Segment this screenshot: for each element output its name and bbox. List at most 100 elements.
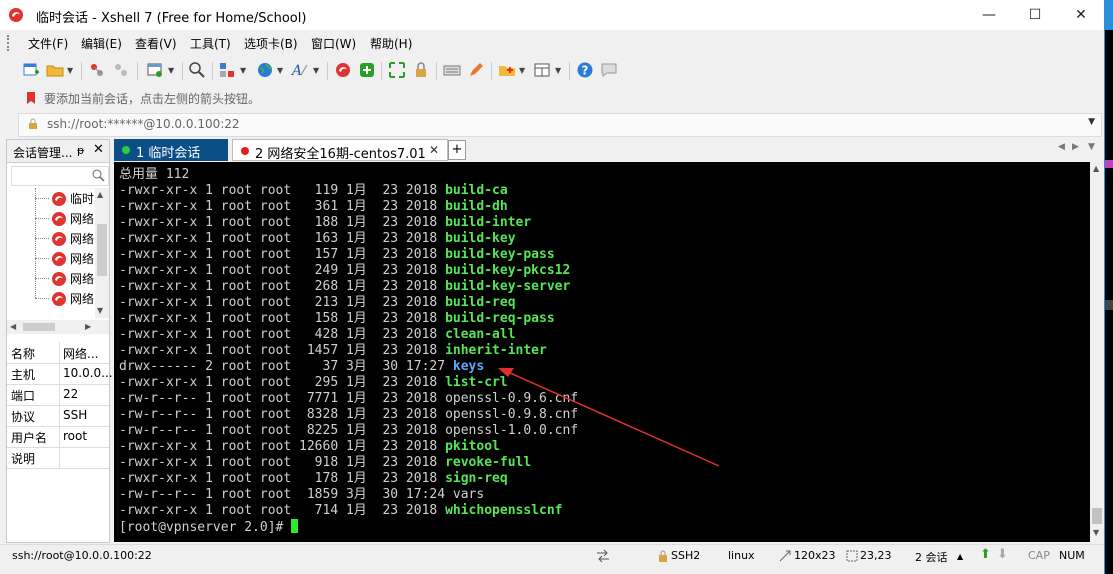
tree-item[interactable]: 网络 — [7, 268, 103, 288]
session-search-input[interactable] — [11, 166, 109, 186]
close-button[interactable]: ✕ — [1058, 0, 1104, 30]
tree-item[interactable]: 网络 — [7, 228, 103, 248]
globe-dropdown-icon[interactable]: ▼ — [277, 66, 283, 75]
add-tab-button[interactable]: + — [448, 140, 466, 160]
tab-menu-icon[interactable]: ▼ — [1088, 142, 1095, 152]
hint-text: 要添加当前会话，点击左侧的箭头按钮。 — [44, 92, 261, 106]
terminal-line: -rw-r--r-- 1 root root 8225 1月 23 2018 o… — [119, 423, 579, 438]
add-tab-icon[interactable] — [498, 61, 516, 79]
tab-close-icon[interactable]: ✕ — [429, 143, 439, 157]
help-icon[interactable]: ? — [576, 61, 594, 79]
menu-view[interactable]: 查看(V) — [135, 35, 177, 52]
cursor-pos-icon — [846, 550, 858, 562]
panel-close-icon[interactable]: ✕ — [93, 142, 104, 157]
tree-scroll-thumb[interactable] — [97, 224, 107, 276]
prop-row: 协议 SSH — [7, 405, 109, 427]
tab-next-icon[interactable]: ▶ — [1072, 142, 1079, 152]
menu-bar: 文件(F) 编辑(E) 查看(V) 工具(T) 选项卡(B) 窗口(W) 帮助(… — [0, 32, 1104, 54]
open-dropdown-icon[interactable]: ▼ — [67, 66, 73, 75]
tree-hscroll-thumb[interactable] — [23, 323, 55, 331]
tree-item[interactable]: 网络 — [7, 208, 103, 228]
terminal-line: -rw-r--r-- 1 root root 7771 1月 23 2018 o… — [119, 391, 579, 406]
layout-icon[interactable] — [218, 61, 236, 79]
tab-status-icon — [241, 147, 249, 155]
address-lock-icon — [29, 118, 37, 129]
panes-icon[interactable] — [533, 61, 551, 79]
menu-tab[interactable]: 选项卡(B) — [244, 35, 298, 52]
scroll-left-icon[interactable]: ◀ — [10, 322, 16, 331]
terminal-scrollbar[interactable]: ▲ ▼ — [1090, 162, 1104, 542]
terminal-output[interactable]: 总用量 112 -rwxr-xr-x 1 root root 119 1月 23… — [119, 167, 578, 536]
scroll-right-icon[interactable]: ▶ — [85, 322, 91, 331]
lock-icon[interactable] — [412, 61, 430, 79]
find-icon[interactable] — [188, 61, 206, 79]
svg-text:A: A — [291, 63, 302, 79]
globe-icon[interactable] — [256, 61, 274, 79]
terminal-view[interactable]: 总用量 112 -rwxr-xr-x 1 root root 119 1月 23… — [114, 162, 1090, 542]
new-window-dropdown-icon[interactable]: ▼ — [168, 66, 174, 75]
tree-item[interactable]: 临时 — [7, 188, 103, 208]
status-caps: CAP — [1028, 549, 1050, 562]
scroll-down-icon[interactable]: ▼ — [1093, 528, 1099, 537]
terminal-line: -rwxr-xr-x 1 root root 361 1月 23 2018 bu… — [119, 199, 508, 214]
menu-grip — [7, 35, 15, 51]
tree-hscrollbar[interactable]: ◀ ▶ — [7, 320, 109, 334]
menu-edit[interactable]: 编辑(E) — [81, 35, 122, 52]
terminal-line: -rw-r--r-- 1 root root 1859 3月 30 17:24 … — [119, 487, 485, 502]
panes-dropdown-icon[interactable]: ▼ — [555, 66, 561, 75]
menu-file[interactable]: 文件(F) — [28, 35, 68, 52]
menu-window[interactable]: 窗口(W) — [311, 35, 356, 52]
new-window-icon[interactable] — [146, 61, 164, 79]
terminal-cursor — [291, 519, 299, 533]
tab-prev-icon[interactable]: ◀ — [1058, 142, 1065, 152]
file-name: vars — [452, 487, 485, 502]
sessions-dropdown-icon[interactable]: ▲ — [957, 552, 963, 561]
layout-dropdown-icon[interactable]: ▼ — [240, 66, 246, 75]
tab-centos-session[interactable]: 2 网络安全16期-centos7.01 ✕ — [232, 139, 448, 162]
scroll-down-icon[interactable]: ▼ — [97, 306, 103, 315]
address-bar[interactable]: ssh://root:******@10.0.0.100:22 ▼ — [18, 113, 1102, 137]
upload-arrow-icon[interactable]: ⬆ — [980, 547, 991, 562]
transfer-icon[interactable] — [596, 549, 610, 563]
xshell-icon[interactable] — [334, 61, 352, 79]
tree-item[interactable]: 网络 — [7, 288, 103, 308]
font-icon[interactable]: A — [291, 61, 309, 79]
keyboard-icon[interactable] — [443, 61, 461, 79]
fullscreen-icon[interactable] — [388, 61, 406, 79]
terminal-scroll-thumb[interactable] — [1092, 508, 1102, 524]
file-name: keys — [452, 359, 485, 374]
pin-icon[interactable]: ᵽ — [77, 144, 84, 157]
download-arrow-icon[interactable]: ⬇ — [997, 547, 1008, 562]
tree-item[interactable]: 网络 — [7, 248, 103, 268]
scroll-up-icon[interactable]: ▲ — [97, 190, 103, 199]
terminal-line: -rwxr-xr-x 1 root root 163 1月 23 2018 bu… — [119, 231, 516, 246]
prop-row: 端口 22 — [7, 384, 109, 406]
address-dropdown-icon[interactable]: ▼ — [1088, 117, 1095, 127]
file-name: pkitool — [445, 439, 500, 454]
maximize-button[interactable]: ☐ — [1012, 0, 1058, 30]
font-dropdown-icon[interactable]: ▼ — [313, 66, 319, 75]
tab-temp-session[interactable]: 1 临时会话 — [114, 139, 228, 161]
search-icon[interactable] — [92, 169, 105, 182]
open-folder-icon[interactable] — [46, 61, 64, 79]
menu-help[interactable]: 帮助(H) — [370, 35, 412, 52]
terminal-line: -rw-r--r-- 1 root root 8328 1月 23 2018 o… — [119, 407, 579, 422]
session-manager-header: 会话管理... ᵽ ✕ — [7, 140, 109, 163]
address-text[interactable]: ssh://root:******@10.0.0.100:22 — [47, 117, 240, 131]
chat-icon[interactable] — [600, 61, 618, 79]
disconnect-icon[interactable] — [112, 61, 130, 79]
compose-icon[interactable] — [467, 61, 485, 79]
add-tab-dropdown-icon[interactable]: ▼ — [519, 66, 525, 75]
scroll-up-icon[interactable]: ▲ — [1093, 164, 1099, 173]
status-connection: ssh://root@10.0.0.100:22 — [12, 549, 152, 562]
bookmark-icon[interactable] — [24, 91, 38, 105]
terminal-line: -rwxr-xr-x 1 root root 1457 1月 23 2018 i… — [119, 343, 547, 358]
xftp-icon[interactable] — [358, 61, 376, 79]
connect-icon[interactable] — [88, 61, 106, 79]
minimize-button[interactable]: — — [966, 0, 1012, 30]
tree-scrollbar[interactable]: ▲ ▼ — [95, 188, 109, 318]
status-sessions[interactable]: 2 会话 — [915, 549, 948, 565]
new-session-icon[interactable] — [22, 61, 40, 79]
title-bar: 临时会话 - Xshell 7 (Free for Home/School) —… — [0, 0, 1104, 30]
menu-tools[interactable]: 工具(T) — [190, 35, 231, 52]
